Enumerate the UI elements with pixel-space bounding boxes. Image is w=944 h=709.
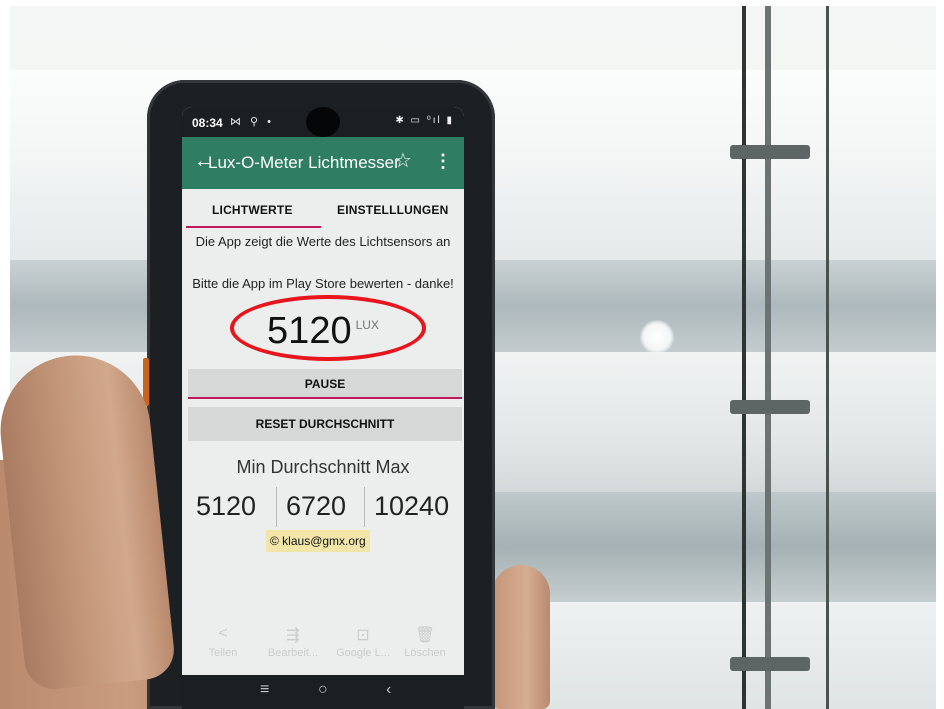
credit-label: © klaus@gmx.org — [266, 530, 370, 552]
blind-cord — [742, 6, 746, 709]
star-icon[interactable]: ☆ — [394, 151, 412, 171]
notification-icons: ⋈ ⚲ • — [230, 116, 275, 128]
divider — [276, 487, 277, 527]
stats-header: Min Durchschnitt Max — [236, 457, 410, 477]
google-lens-action[interactable]: ⊡ Google L... — [328, 625, 398, 659]
app-bar: ← Lux-O-Meter Lichtmesser ☆ ⋮ — [182, 137, 464, 189]
share-icon: < — [218, 625, 228, 642]
action-label: Teilen — [208, 647, 238, 659]
system-nav-bar: ≡ ○ ‹ — [182, 675, 464, 709]
back-icon[interactable]: ‹ — [386, 681, 391, 699]
camera-cutout — [306, 107, 340, 137]
phone-screen: 08:34 ⋈ ⚲ • ✱ ▭ ⁰ıl ▮ ← Lux-O-Meter Lich… — [182, 107, 464, 709]
tab-bar: LICHTWERTE EINSTELLLUNGEN — [182, 189, 464, 229]
trash-icon: 🗑 — [414, 627, 436, 644]
hand-finger — [492, 565, 550, 709]
blind-bracket — [730, 145, 810, 159]
recents-icon[interactable]: ≡ — [260, 681, 269, 699]
action-label: Google L... — [336, 647, 390, 659]
reset-average-button[interactable]: RESET DURCHSCHNITT — [188, 407, 462, 441]
blind-bracket — [730, 657, 810, 671]
stat-average: 6720 — [286, 491, 347, 521]
rating-text: Bitte die App im Play Store bewerten - d… — [192, 276, 454, 291]
photo-border — [0, 0, 944, 6]
tab-einstellungen[interactable]: EINSTELLLUNGEN — [337, 203, 448, 217]
tab-indicator — [186, 226, 321, 228]
system-icons: ✱ ▭ ⁰ıl ▮ — [395, 115, 454, 126]
tab-lichtwerte[interactable]: LICHTWERTE — [212, 203, 293, 217]
status-bar: 08:34 ⋈ ⚲ • ✱ ▭ ⁰ıl ▮ — [182, 107, 464, 137]
photo-border — [936, 0, 944, 709]
share-action[interactable]: < Teilen — [188, 625, 258, 659]
status-time: 08:34 — [192, 116, 223, 130]
edit-action[interactable]: ⇶ Bearbeit... — [258, 625, 328, 659]
pause-button[interactable]: PAUSE — [188, 369, 462, 399]
divider — [364, 487, 365, 527]
stat-min: 5120 — [196, 491, 257, 521]
light-glare — [640, 320, 674, 354]
action-label: Bearbeit... — [267, 647, 319, 659]
overflow-menu-icon[interactable]: ⋮ — [434, 151, 452, 171]
edit-sliders-icon: ⇶ — [286, 627, 300, 644]
stat-max: 10240 — [374, 491, 450, 521]
blind-cord — [826, 6, 829, 709]
blind-bracket — [730, 400, 810, 414]
info-text: Die App zeigt die Werte des Lichtsensors… — [195, 234, 451, 249]
lens-icon: ⊡ — [356, 627, 370, 644]
home-icon[interactable]: ○ — [318, 681, 328, 699]
app-title: Lux-O-Meter Lichtmesser — [208, 153, 400, 172]
blind-rod — [765, 6, 771, 709]
stats-row: 5120 6720 10240 — [182, 487, 464, 527]
bottom-action-bar: < Teilen ⇶ Bearbeit... ⊡ Google L... 🗑 L… — [182, 625, 464, 671]
delete-action[interactable]: 🗑 Löschen — [390, 625, 460, 659]
action-label: Löschen — [404, 647, 446, 659]
highlight-ring — [230, 295, 426, 361]
